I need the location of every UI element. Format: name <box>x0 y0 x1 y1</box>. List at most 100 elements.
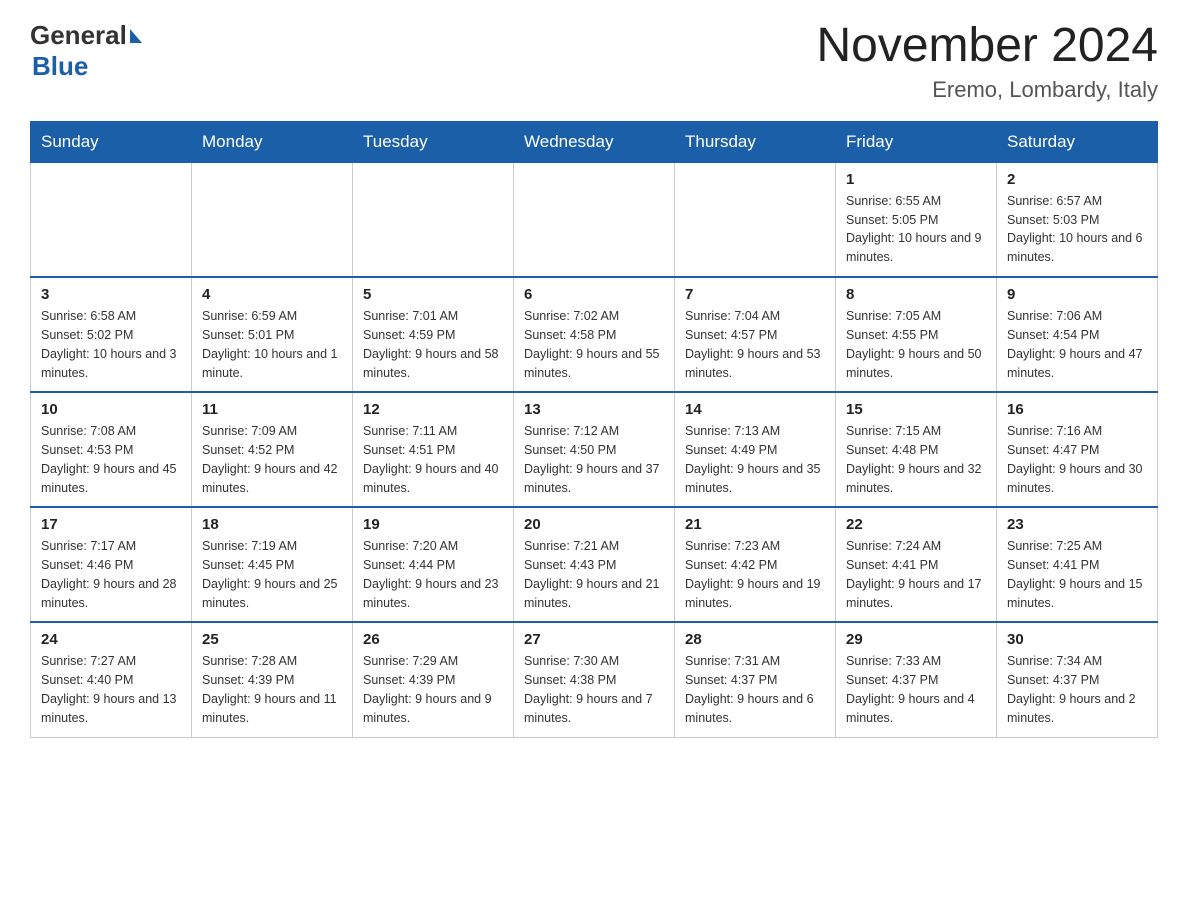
calendar-cell: 18 Sunrise: 7:19 AM Sunset: 4:45 PM Dayli… <box>192 507 353 622</box>
calendar-cell: 16Sunrise: 7:16 AM Sunset: 4:47 PM Dayli… <box>997 392 1158 507</box>
day-number: 4 <box>202 286 342 303</box>
week-row-3: 10 Sunrise: 7:08 AM Sunset: 4:53 PM Dayli… <box>31 392 1158 507</box>
day-number: 18 <box>202 516 342 533</box>
day-number: 13 <box>524 401 664 418</box>
day-info: Sunrise: 7:23 AM Sunset: 4:42 PM Dayligh… <box>685 537 825 612</box>
weekday-header-tuesday: Tuesday <box>353 121 514 162</box>
day-number: 30 <box>1007 631 1147 648</box>
calendar-table: SundayMondayTuesdayWednesdayThursdayFrid… <box>30 121 1158 738</box>
calendar-cell: 28 Sunrise: 7:31 AM Sunset: 4:37 PM Dayli… <box>675 622 836 737</box>
day-info: Sunrise: 7:06 AM Sunset: 4:54 PM Dayligh… <box>1007 307 1147 382</box>
calendar-cell: 6Sunrise: 7:02 AM Sunset: 4:58 PM Daylig… <box>514 277 675 392</box>
calendar-cell: 13 Sunrise: 7:12 AM Sunset: 4:50 PM Dayli… <box>514 392 675 507</box>
day-info: Sunrise: 6:55 AM Sunset: 5:05 PM Dayligh… <box>846 192 986 267</box>
day-info: Sunrise: 7:01 AM Sunset: 4:59 PM Dayligh… <box>363 307 503 382</box>
day-number: 17 <box>41 516 181 533</box>
calendar-cell: 27 Sunrise: 7:30 AM Sunset: 4:38 PM Dayli… <box>514 622 675 737</box>
weekday-header-sunday: Sunday <box>31 121 192 162</box>
calendar-cell: 23Sunrise: 7:25 AM Sunset: 4:41 PM Dayli… <box>997 507 1158 622</box>
location: Eremo, Lombardy, Italy <box>816 77 1158 103</box>
week-row-5: 24 Sunrise: 7:27 AM Sunset: 4:40 PM Dayli… <box>31 622 1158 737</box>
calendar-cell: 21Sunrise: 7:23 AM Sunset: 4:42 PM Dayli… <box>675 507 836 622</box>
day-info: Sunrise: 7:08 AM Sunset: 4:53 PM Dayligh… <box>41 422 181 497</box>
day-info: Sunrise: 7:33 AM Sunset: 4:37 PM Dayligh… <box>846 652 986 727</box>
day-info: Sunrise: 6:59 AM Sunset: 5:01 PM Dayligh… <box>202 307 342 382</box>
day-number: 25 <box>202 631 342 648</box>
day-info: Sunrise: 7:30 AM Sunset: 4:38 PM Dayligh… <box>524 652 664 727</box>
day-number: 16 <box>1007 401 1147 418</box>
day-number: 14 <box>685 401 825 418</box>
calendar-cell: 9 Sunrise: 7:06 AM Sunset: 4:54 PM Daylig… <box>997 277 1158 392</box>
weekday-header-monday: Monday <box>192 121 353 162</box>
weekday-header-row: SundayMondayTuesdayWednesdayThursdayFrid… <box>31 121 1158 162</box>
logo-general-text: General <box>30 20 127 51</box>
calendar-cell: 25 Sunrise: 7:28 AM Sunset: 4:39 PM Dayli… <box>192 622 353 737</box>
calendar-cell: 8 Sunrise: 7:05 AM Sunset: 4:55 PM Daylig… <box>836 277 997 392</box>
day-info: Sunrise: 7:21 AM Sunset: 4:43 PM Dayligh… <box>524 537 664 612</box>
calendar-cell: 12 Sunrise: 7:11 AM Sunset: 4:51 PM Dayli… <box>353 392 514 507</box>
day-number: 2 <box>1007 171 1147 188</box>
day-info: Sunrise: 7:12 AM Sunset: 4:50 PM Dayligh… <box>524 422 664 497</box>
day-number: 10 <box>41 401 181 418</box>
weekday-header-thursday: Thursday <box>675 121 836 162</box>
day-number: 24 <box>41 631 181 648</box>
day-number: 3 <box>41 286 181 303</box>
calendar-cell: 30 Sunrise: 7:34 AM Sunset: 4:37 PM Dayli… <box>997 622 1158 737</box>
calendar-cell: 1 Sunrise: 6:55 AM Sunset: 5:05 PM Daylig… <box>836 162 997 277</box>
calendar-cell <box>675 162 836 277</box>
day-info: Sunrise: 7:11 AM Sunset: 4:51 PM Dayligh… <box>363 422 503 497</box>
day-number: 22 <box>846 516 986 533</box>
day-info: Sunrise: 7:29 AM Sunset: 4:39 PM Dayligh… <box>363 652 503 727</box>
day-info: Sunrise: 7:09 AM Sunset: 4:52 PM Dayligh… <box>202 422 342 497</box>
calendar-cell: 15Sunrise: 7:15 AM Sunset: 4:48 PM Dayli… <box>836 392 997 507</box>
day-number: 11 <box>202 401 342 418</box>
day-info: Sunrise: 6:57 AM Sunset: 5:03 PM Dayligh… <box>1007 192 1147 267</box>
calendar-cell: 24 Sunrise: 7:27 AM Sunset: 4:40 PM Dayli… <box>31 622 192 737</box>
calendar-cell: 17Sunrise: 7:17 AM Sunset: 4:46 PM Dayli… <box>31 507 192 622</box>
week-row-1: 1 Sunrise: 6:55 AM Sunset: 5:05 PM Daylig… <box>31 162 1158 277</box>
day-number: 9 <box>1007 286 1147 303</box>
day-info: Sunrise: 6:58 AM Sunset: 5:02 PM Dayligh… <box>41 307 181 382</box>
calendar-cell <box>514 162 675 277</box>
logo-blue-text: Blue <box>32 51 88 81</box>
day-info: Sunrise: 7:28 AM Sunset: 4:39 PM Dayligh… <box>202 652 342 727</box>
day-info: Sunrise: 7:34 AM Sunset: 4:37 PM Dayligh… <box>1007 652 1147 727</box>
day-number: 19 <box>363 516 503 533</box>
calendar-cell: 2 Sunrise: 6:57 AM Sunset: 5:03 PM Daylig… <box>997 162 1158 277</box>
day-number: 1 <box>846 171 986 188</box>
calendar-cell: 5 Sunrise: 7:01 AM Sunset: 4:59 PM Daylig… <box>353 277 514 392</box>
calendar-cell: 29 Sunrise: 7:33 AM Sunset: 4:37 PM Dayli… <box>836 622 997 737</box>
day-info: Sunrise: 7:31 AM Sunset: 4:37 PM Dayligh… <box>685 652 825 727</box>
month-title: November 2024 <box>816 20 1158 73</box>
day-number: 27 <box>524 631 664 648</box>
day-info: Sunrise: 7:20 AM Sunset: 4:44 PM Dayligh… <box>363 537 503 612</box>
day-number: 12 <box>363 401 503 418</box>
title-area: November 2024 Eremo, Lombardy, Italy <box>816 20 1158 103</box>
calendar-cell: 11 Sunrise: 7:09 AM Sunset: 4:52 PM Dayli… <box>192 392 353 507</box>
day-info: Sunrise: 7:05 AM Sunset: 4:55 PM Dayligh… <box>846 307 986 382</box>
day-number: 7 <box>685 286 825 303</box>
calendar-cell: 26Sunrise: 7:29 AM Sunset: 4:39 PM Dayli… <box>353 622 514 737</box>
logo-arrow-icon <box>130 29 142 43</box>
header: General Blue November 2024 Eremo, Lombar… <box>30 20 1158 103</box>
day-number: 29 <box>846 631 986 648</box>
day-info: Sunrise: 7:27 AM Sunset: 4:40 PM Dayligh… <box>41 652 181 727</box>
weekday-header-saturday: Saturday <box>997 121 1158 162</box>
day-number: 8 <box>846 286 986 303</box>
day-info: Sunrise: 7:19 AM Sunset: 4:45 PM Dayligh… <box>202 537 342 612</box>
day-info: Sunrise: 7:15 AM Sunset: 4:48 PM Dayligh… <box>846 422 986 497</box>
calendar-cell <box>31 162 192 277</box>
calendar-cell: 20 Sunrise: 7:21 AM Sunset: 4:43 PM Dayli… <box>514 507 675 622</box>
calendar-cell: 4 Sunrise: 6:59 AM Sunset: 5:01 PM Daylig… <box>192 277 353 392</box>
day-info: Sunrise: 7:24 AM Sunset: 4:41 PM Dayligh… <box>846 537 986 612</box>
logo: General Blue <box>30 20 142 82</box>
calendar-cell: 10 Sunrise: 7:08 AM Sunset: 4:53 PM Dayli… <box>31 392 192 507</box>
calendar-cell <box>192 162 353 277</box>
day-number: 23 <box>1007 516 1147 533</box>
day-info: Sunrise: 7:13 AM Sunset: 4:49 PM Dayligh… <box>685 422 825 497</box>
day-number: 5 <box>363 286 503 303</box>
weekday-header-friday: Friday <box>836 121 997 162</box>
day-number: 20 <box>524 516 664 533</box>
week-row-2: 3 Sunrise: 6:58 AM Sunset: 5:02 PM Daylig… <box>31 277 1158 392</box>
day-number: 28 <box>685 631 825 648</box>
